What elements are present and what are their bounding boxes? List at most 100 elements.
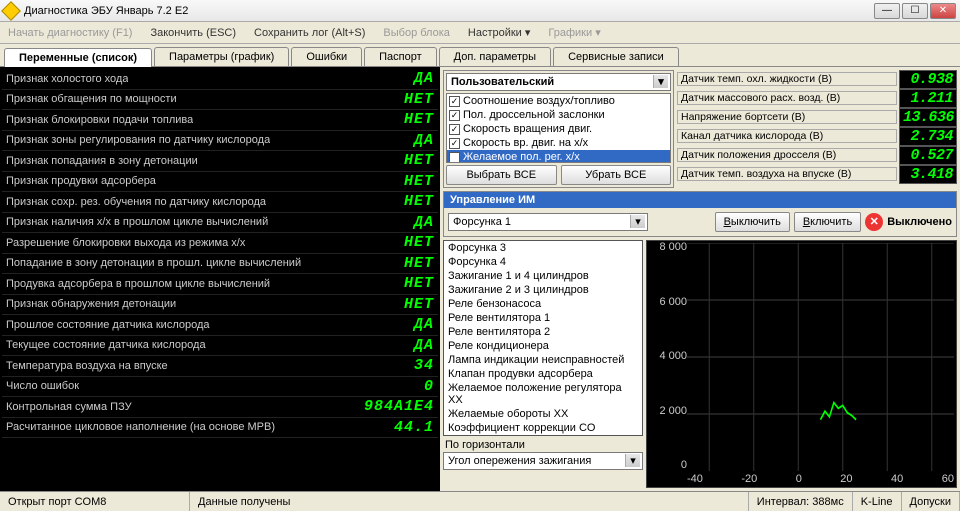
variable-row[interactable]: Признак зоны регулирования по датчику ки… [2, 131, 438, 152]
im-status: Выключено [887, 216, 952, 228]
app-icon [1, 1, 21, 21]
checklist-item[interactable]: ✓Скорость вращения двиг. [447, 122, 670, 136]
dropdown-item[interactable]: Реле вентилятора 2 [444, 325, 642, 339]
variable-row[interactable]: Продувка адсорбера в прошлом цикле вычис… [2, 274, 438, 295]
variable-label: Расчитанное цикловое наполнение (на осно… [6, 421, 275, 433]
sensor-row: Напряжение бортсети (В)13.636 [677, 108, 957, 126]
variable-row[interactable]: Расчитанное цикловое наполнение (на осно… [2, 418, 438, 439]
variable-row[interactable]: Признак блокировки подачи топливаНЕТ [2, 110, 438, 131]
variable-value: 0 [416, 378, 434, 395]
close-button[interactable]: ✕ [930, 3, 956, 19]
dropdown-item[interactable]: Форсунка 4 [444, 255, 642, 269]
deselect-all-button[interactable]: Убрать ВСЕ [561, 165, 672, 185]
sensor-label: Датчик массового расх. возд. (В) [677, 91, 897, 105]
tab-passport[interactable]: Паспорт [364, 47, 437, 66]
status-interval: Интервал: 388мс [749, 492, 853, 511]
sensor-label: Датчик темп. охл. жидкости (В) [677, 72, 897, 86]
maximize-button[interactable]: ☐ [902, 3, 928, 19]
dropdown-item[interactable]: Желаемые обороты ХХ [444, 407, 642, 421]
titlebar: Диагностика ЭБУ Январь 7.2 Е2 — ☐ ✕ [0, 0, 960, 22]
dropdown-item[interactable]: Реле кондиционера [444, 339, 642, 353]
variable-row[interactable]: Текущее состояние датчика кислородаДА [2, 336, 438, 357]
sensor-label: Напряжение бортсети (В) [677, 110, 897, 124]
im-group: Управление ИМ Форсунка 1 Выключить Включ… [443, 191, 957, 237]
checkbox-icon: ✓ [449, 110, 460, 121]
checkbox-icon: ✓ [449, 138, 460, 149]
variable-row[interactable]: Признак холостого ходаДА [2, 69, 438, 90]
menu-settings[interactable]: Настройки ▾ [468, 26, 531, 39]
variable-label: Контрольная сумма ПЗУ [6, 401, 132, 413]
horiz-combo[interactable]: Угол опережения зажигания [443, 452, 643, 470]
variable-value: 44.1 [386, 419, 434, 436]
variable-label: Признак холостого хода [6, 73, 128, 85]
variable-label: Признак попадания в зону детонации [6, 155, 198, 167]
dropdown-item[interactable]: Клапан продувки адсорбера [444, 367, 642, 381]
statusbar: Открыт порт COM8 Данные получены Интерва… [0, 491, 960, 511]
status-access: Допуски [902, 492, 960, 511]
im-off-button[interactable]: Выключить [715, 212, 790, 232]
select-all-button[interactable]: Выбрать ВСЕ [446, 165, 557, 185]
variable-label: Признак обгащения по мощности [6, 93, 177, 105]
variable-row[interactable]: Признак наличия х/х в прошлом цикле вычи… [2, 213, 438, 234]
variable-label: Попадание в зону детонации в прошл. цикл… [6, 257, 301, 269]
dropdown-item[interactable]: Коэффициент коррекции CO [444, 421, 642, 435]
dropdown-item[interactable]: Реле бензонасоса [444, 297, 642, 311]
variable-label: Признак обнаружения детонации [6, 298, 176, 310]
cancel-icon[interactable]: ✕ [865, 213, 883, 231]
variable-row[interactable]: Признак попадания в зону детонацииНЕТ [2, 151, 438, 172]
variable-label: Продувка адсорбера в прошлом цикле вычис… [6, 278, 270, 290]
im-title: Управление ИМ [444, 192, 956, 208]
sensor-label: Датчик положения дросселя (В) [677, 148, 897, 162]
variable-value: НЕТ [396, 255, 434, 272]
variable-row[interactable]: Прошлое состояние датчика кислородаДА [2, 315, 438, 336]
variable-value: НЕТ [396, 234, 434, 251]
dropdown-item[interactable]: Лампа индикации неисправностей [444, 353, 642, 367]
profile-box: Пользовательский ✓Соотношение воздух/топ… [443, 70, 674, 188]
variable-row[interactable]: Признак обгащения по мощностиНЕТ [2, 90, 438, 111]
profile-combo[interactable]: Пользовательский [446, 73, 671, 91]
profile-checklist[interactable]: ✓Соотношение воздух/топливо✓Пол. дроссел… [446, 93, 671, 163]
tab-extra[interactable]: Доп. параметры [439, 47, 551, 66]
variable-value: НЕТ [396, 296, 434, 313]
tab-vars[interactable]: Переменные (список) [4, 48, 152, 67]
variable-value: НЕТ [396, 275, 434, 292]
tab-service[interactable]: Сервисные записи [553, 47, 679, 66]
sensor-value: 13.636 [899, 108, 957, 127]
dropdown-item[interactable]: Зажигание 1 и 4 цилиндров [444, 269, 642, 283]
dropdown-item[interactable]: Форсунка 3 [444, 241, 642, 255]
menu-graphs: Графики ▾ [548, 26, 600, 39]
tab-errors[interactable]: Ошибки [291, 47, 362, 66]
variable-value: НЕТ [396, 173, 434, 190]
variable-label: Признак зоны регулирования по датчику ки… [6, 134, 270, 146]
checklist-item[interactable]: ✓Пол. дроссельной заслонки [447, 108, 670, 122]
dropdown-item[interactable]: Зажигание 2 и 3 цилиндров [444, 283, 642, 297]
variable-row[interactable]: Признак сохр. рез. обучения по датчику к… [2, 192, 438, 213]
sensor-value: 1.211 [899, 89, 957, 108]
variable-row[interactable]: Температура воздуха на впуске34 [2, 356, 438, 377]
im-combo[interactable]: Форсунка 1 [448, 213, 648, 231]
variable-row[interactable]: Признак обнаружения детонации НЕТ [2, 295, 438, 316]
menu-stop[interactable]: Закончить (ESC) [150, 27, 236, 39]
menu-savelog[interactable]: Сохранить лог (Alt+S) [254, 27, 365, 39]
tab-params[interactable]: Параметры (график) [154, 47, 289, 66]
checklist-item[interactable]: ✓Скорость вр. двиг. на х/х [447, 136, 670, 150]
im-dropdown-list[interactable]: Форсунка 3Форсунка 4Зажигание 1 и 4 цили… [443, 240, 643, 436]
menu-block: Выбор блока [383, 27, 449, 39]
variable-row[interactable]: Признак продувки адсорбераНЕТ [2, 172, 438, 193]
dropdown-item[interactable]: Реле вентилятора 1 [444, 311, 642, 325]
variable-row[interactable]: Попадание в зону детонации в прошл. цикл… [2, 254, 438, 275]
graph: 8 0006 0004 0002 0000 -40-200204060 [646, 240, 957, 488]
im-on-button[interactable]: Включить [794, 212, 861, 232]
variable-value: ДА [406, 316, 434, 333]
variable-row[interactable]: Число ошибок0 [2, 377, 438, 398]
variable-row[interactable]: Разрешение блокировки выхода из режима х… [2, 233, 438, 254]
window-title: Диагностика ЭБУ Январь 7.2 Е2 [24, 5, 874, 17]
checkbox-icon: ✓ [449, 124, 460, 135]
minimize-button[interactable]: — [874, 3, 900, 19]
checklist-item[interactable]: ✓Соотношение воздух/топливо [447, 94, 670, 108]
checklist-item[interactable]: ✓Желаемое пол. рег. х/х [447, 150, 670, 163]
variable-label: Признак наличия х/х в прошлом цикле вычи… [6, 216, 268, 228]
dropdown-item[interactable]: Желаемое положение регулятора ХХ [444, 381, 642, 407]
variable-value: НЕТ [396, 111, 434, 128]
variable-row[interactable]: Контрольная сумма ПЗУ984A1E4 [2, 397, 438, 418]
